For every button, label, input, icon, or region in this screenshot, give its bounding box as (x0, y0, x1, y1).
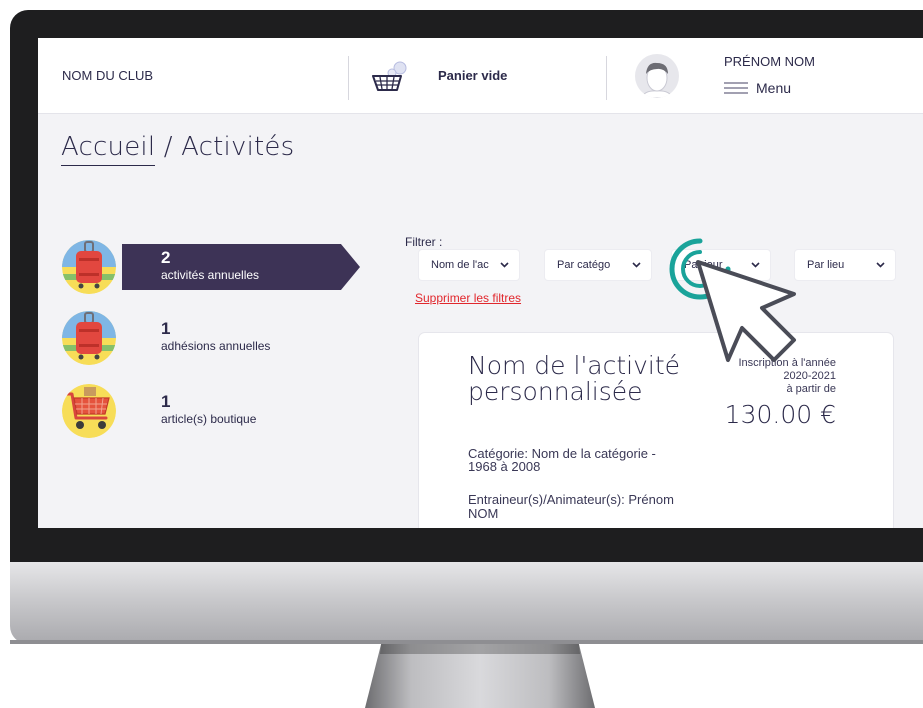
price-value: 130.00 € (724, 400, 836, 429)
user-avatar-icon (640, 62, 674, 98)
monitor-chin (10, 562, 923, 644)
club-name[interactable]: NOM DU CLUB (62, 68, 153, 83)
chevron-down-icon (876, 262, 885, 268)
stat-count: 1 (161, 319, 171, 338)
select-value: Par lieu (807, 259, 845, 271)
stat-count: 2 (161, 248, 171, 267)
cart-label[interactable]: Panier vide (438, 68, 507, 83)
basket-icon[interactable] (370, 60, 410, 96)
filter-select-location[interactable]: Par lieu (795, 250, 895, 280)
breadcrumb-current: Activités (181, 132, 295, 162)
top-header: NOM DU CLUB Panier vide PRÉNOM NOM Menu (38, 38, 923, 114)
filter-label: Filtrer : (405, 235, 443, 249)
stat-count: 1 (161, 392, 171, 411)
activity-category: Catégorie: Nom de la catégorie - 1968 à … (468, 446, 656, 474)
stat-articles-boutique[interactable]: 1 article(s) boutique (62, 384, 342, 440)
clear-filters-link[interactable]: Supprimer les filtres (415, 291, 521, 305)
stat-activites-annuelles[interactable]: 2 activités annuelles (62, 240, 360, 296)
price-season: 2020-2021 (783, 370, 836, 382)
active-stat-banner (122, 244, 360, 290)
monitor-stand-shadow (379, 644, 581, 654)
menu-button[interactable]: Menu (724, 78, 791, 98)
activity-title[interactable]: Nom de l'activité personnalisée (468, 353, 688, 405)
breadcrumb-separator: / (155, 132, 182, 162)
filter-select-name[interactable]: Nom de l'ac (419, 250, 519, 280)
suitcase-icon (62, 311, 116, 365)
select-value: Par catégo (557, 259, 611, 271)
shopping-cart-icon (62, 384, 116, 438)
activity-coach: Entraineur(s)/Animateur(s): Prénom NOM (468, 492, 674, 521)
stat-label: article(s) boutique (161, 412, 257, 426)
hamburger-icon (724, 82, 748, 94)
stat-label: activités annuelles (161, 268, 260, 282)
header-divider (606, 56, 607, 100)
activity-card[interactable]: Nom de l'activité personnalisée Catégori… (419, 333, 893, 528)
breadcrumb-home-link[interactable]: Accueil (61, 132, 156, 166)
price-from: à partir de (786, 383, 836, 395)
user-name: PRÉNOM NOM (724, 54, 815, 69)
monitor-chin-edge (10, 640, 923, 644)
chevron-down-icon (632, 262, 641, 268)
suitcase-icon (62, 240, 116, 294)
stat-adhesions-annuelles[interactable]: 1 adhésions annuelles (62, 311, 342, 367)
stat-label: adhésions annuelles (161, 339, 271, 353)
chevron-down-icon (500, 262, 509, 268)
select-value: Nom de l'ac (431, 259, 489, 271)
mouse-cursor-icon (696, 260, 796, 362)
breadcrumb: Accueil / Activités (61, 132, 295, 166)
menu-label: Menu (756, 80, 792, 96)
header-divider (348, 56, 349, 100)
filter-select-category[interactable]: Par catégo (545, 250, 651, 280)
price-block: Inscription à l'année 2020-2021 à partir… (725, 357, 836, 429)
avatar[interactable] (635, 54, 679, 98)
